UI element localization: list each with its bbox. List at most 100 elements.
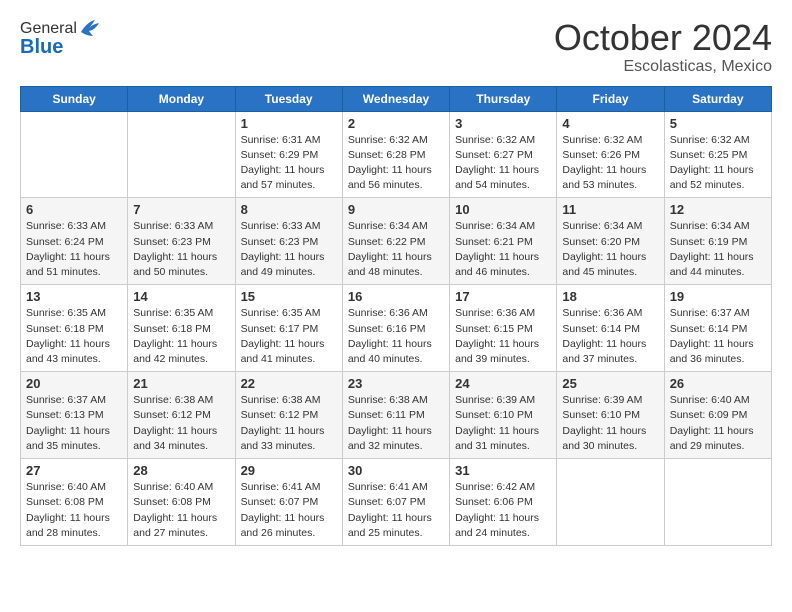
day-info: Sunrise: 6:36 AMSunset: 6:16 PMDaylight:…: [348, 306, 444, 367]
calendar-day-cell: [557, 459, 664, 546]
calendar-day-cell: 28Sunrise: 6:40 AMSunset: 6:08 PMDayligh…: [128, 459, 235, 546]
calendar-day-cell: 3Sunrise: 6:32 AMSunset: 6:27 PMDaylight…: [450, 111, 557, 198]
day-info: Sunrise: 6:36 AMSunset: 6:15 PMDaylight:…: [455, 306, 551, 367]
calendar-day-cell: 18Sunrise: 6:36 AMSunset: 6:14 PMDayligh…: [557, 285, 664, 372]
calendar-day-cell: 12 Sunrise: 6:34 AMSunset: 6:19 PMDayligh…: [664, 198, 771, 285]
header: General Blue October 2024 Escolasticas, …: [20, 18, 772, 76]
calendar-day-cell: 22 Sunrise: 6:38 AMSunset: 6:12 PMDayligh…: [235, 372, 342, 459]
day-info: Sunrise: 6:35 AMSunset: 6:18 PMDaylight:…: [133, 306, 229, 367]
page: General Blue October 2024 Escolasticas, …: [0, 0, 792, 564]
day-number: 14: [133, 289, 229, 304]
calendar-day-cell: 23 Sunrise: 6:38 AMSunset: 6:11 PMDayligh…: [342, 372, 449, 459]
calendar-day-cell: 26Sunrise: 6:40 AMSunset: 6:09 PMDayligh…: [664, 372, 771, 459]
day-number: 30: [348, 463, 444, 478]
day-info: Sunrise: 6:39 AMSunset: 6:10 PMDaylight:…: [562, 393, 658, 454]
calendar-day-cell: 15Sunrise: 6:35 AMSunset: 6:17 PMDayligh…: [235, 285, 342, 372]
day-number: 15: [241, 289, 337, 304]
day-info: Sunrise: 6:42 AMSunset: 6:06 PMDaylight:…: [455, 480, 551, 541]
day-info: Sunrise: 6:32 AMSunset: 6:28 PMDaylight:…: [348, 133, 444, 194]
calendar-week-row: 1 Sunrise: 6:31 AMSunset: 6:29 PMDaylight…: [21, 111, 772, 198]
calendar-header-row: SundayMondayTuesdayWednesdayThursdayFrid…: [21, 86, 772, 111]
calendar-day-cell: 5 Sunrise: 6:32 AMSunset: 6:25 PMDaylight…: [664, 111, 771, 198]
calendar-subtitle: Escolasticas, Mexico: [554, 58, 772, 76]
calendar-day-cell: [664, 459, 771, 546]
calendar-day-cell: [128, 111, 235, 198]
calendar-day-cell: 7 Sunrise: 6:33 AMSunset: 6:23 PMDaylight…: [128, 198, 235, 285]
day-info: Sunrise: 6:40 AMSunset: 6:08 PMDaylight:…: [133, 480, 229, 541]
day-info: Sunrise: 6:33 AMSunset: 6:23 PMDaylight:…: [133, 219, 229, 280]
day-info: Sunrise: 6:34 AMSunset: 6:22 PMDaylight:…: [348, 219, 444, 280]
logo-bird-icon: [79, 18, 101, 38]
day-number: 26: [670, 376, 766, 391]
day-number: 13: [26, 289, 122, 304]
calendar-day-cell: [21, 111, 128, 198]
calendar-day-cell: 21 Sunrise: 6:38 AMSunset: 6:12 PMDayligh…: [128, 372, 235, 459]
day-number: 18: [562, 289, 658, 304]
calendar-week-row: 27 Sunrise: 6:40 AMSunset: 6:08 PMDayligh…: [21, 459, 772, 546]
day-number: 1: [241, 116, 337, 131]
day-info: Sunrise: 6:38 AMSunset: 6:12 PMDaylight:…: [133, 393, 229, 454]
calendar-day-cell: 20Sunrise: 6:37 AMSunset: 6:13 PMDayligh…: [21, 372, 128, 459]
day-number: 22: [241, 376, 337, 391]
calendar-day-cell: 1 Sunrise: 6:31 AMSunset: 6:29 PMDaylight…: [235, 111, 342, 198]
weekday-header: Wednesday: [342, 86, 449, 111]
day-info: Sunrise: 6:37 AMSunset: 6:14 PMDaylight:…: [670, 306, 766, 367]
day-number: 27: [26, 463, 122, 478]
weekday-header: Saturday: [664, 86, 771, 111]
calendar-day-cell: 30 Sunrise: 6:41 AMSunset: 6:07 PMDayligh…: [342, 459, 449, 546]
calendar-day-cell: 27 Sunrise: 6:40 AMSunset: 6:08 PMDayligh…: [21, 459, 128, 546]
day-info: Sunrise: 6:38 AMSunset: 6:11 PMDaylight:…: [348, 393, 444, 454]
day-number: 21: [133, 376, 229, 391]
day-number: 10: [455, 202, 551, 217]
calendar-day-cell: 2 Sunrise: 6:32 AMSunset: 6:28 PMDaylight…: [342, 111, 449, 198]
calendar-day-cell: 29Sunrise: 6:41 AMSunset: 6:07 PMDayligh…: [235, 459, 342, 546]
day-info: Sunrise: 6:38 AMSunset: 6:12 PMDaylight:…: [241, 393, 337, 454]
day-number: 24: [455, 376, 551, 391]
calendar-day-cell: 17 Sunrise: 6:36 AMSunset: 6:15 PMDayligh…: [450, 285, 557, 372]
day-number: 6: [26, 202, 122, 217]
day-number: 3: [455, 116, 551, 131]
day-number: 8: [241, 202, 337, 217]
calendar-day-cell: 25 Sunrise: 6:39 AMSunset: 6:10 PMDayligh…: [557, 372, 664, 459]
day-info: Sunrise: 6:39 AMSunset: 6:10 PMDaylight:…: [455, 393, 551, 454]
calendar-day-cell: 8Sunrise: 6:33 AMSunset: 6:23 PMDaylight…: [235, 198, 342, 285]
weekday-header: Tuesday: [235, 86, 342, 111]
day-number: 23: [348, 376, 444, 391]
weekday-header: Monday: [128, 86, 235, 111]
calendar-table: SundayMondayTuesdayWednesdayThursdayFrid…: [20, 86, 772, 546]
day-number: 4: [562, 116, 658, 131]
calendar-day-cell: 4 Sunrise: 6:32 AMSunset: 6:26 PMDaylight…: [557, 111, 664, 198]
calendar-day-cell: 13 Sunrise: 6:35 AMSunset: 6:18 PMDayligh…: [21, 285, 128, 372]
calendar-day-cell: 14 Sunrise: 6:35 AMSunset: 6:18 PMDayligh…: [128, 285, 235, 372]
day-number: 5: [670, 116, 766, 131]
calendar-week-row: 13 Sunrise: 6:35 AMSunset: 6:18 PMDayligh…: [21, 285, 772, 372]
logo-blue-text: Blue: [20, 36, 101, 59]
day-info: Sunrise: 6:32 AMSunset: 6:26 PMDaylight:…: [562, 133, 658, 194]
day-number: 19: [670, 289, 766, 304]
weekday-header: Sunday: [21, 86, 128, 111]
calendar-title: October 2024: [554, 18, 772, 58]
day-info: Sunrise: 6:41 AMSunset: 6:07 PMDaylight:…: [241, 480, 337, 541]
day-info: Sunrise: 6:41 AMSunset: 6:07 PMDaylight:…: [348, 480, 444, 541]
day-info: Sunrise: 6:31 AMSunset: 6:29 PMDaylight:…: [241, 133, 337, 194]
day-info: Sunrise: 6:32 AMSunset: 6:25 PMDaylight:…: [670, 133, 766, 194]
title-block: October 2024 Escolasticas, Mexico: [554, 18, 772, 76]
calendar-day-cell: 9Sunrise: 6:34 AMSunset: 6:22 PMDaylight…: [342, 198, 449, 285]
day-number: 7: [133, 202, 229, 217]
calendar-day-cell: 6Sunrise: 6:33 AMSunset: 6:24 PMDaylight…: [21, 198, 128, 285]
day-number: 25: [562, 376, 658, 391]
day-info: Sunrise: 6:35 AMSunset: 6:18 PMDaylight:…: [26, 306, 122, 367]
day-number: 2: [348, 116, 444, 131]
day-number: 17: [455, 289, 551, 304]
calendar-day-cell: 16 Sunrise: 6:36 AMSunset: 6:16 PMDayligh…: [342, 285, 449, 372]
day-info: Sunrise: 6:40 AMSunset: 6:08 PMDaylight:…: [26, 480, 122, 541]
day-number: 16: [348, 289, 444, 304]
day-info: Sunrise: 6:37 AMSunset: 6:13 PMDaylight:…: [26, 393, 122, 454]
day-info: Sunrise: 6:34 AMSunset: 6:19 PMDaylight:…: [670, 219, 766, 280]
day-info: Sunrise: 6:34 AMSunset: 6:21 PMDaylight:…: [455, 219, 551, 280]
calendar-day-cell: 31Sunrise: 6:42 AMSunset: 6:06 PMDayligh…: [450, 459, 557, 546]
day-number: 12: [670, 202, 766, 217]
logo: General Blue: [20, 18, 101, 59]
calendar-week-row: 20Sunrise: 6:37 AMSunset: 6:13 PMDayligh…: [21, 372, 772, 459]
calendar-week-row: 6Sunrise: 6:33 AMSunset: 6:24 PMDaylight…: [21, 198, 772, 285]
